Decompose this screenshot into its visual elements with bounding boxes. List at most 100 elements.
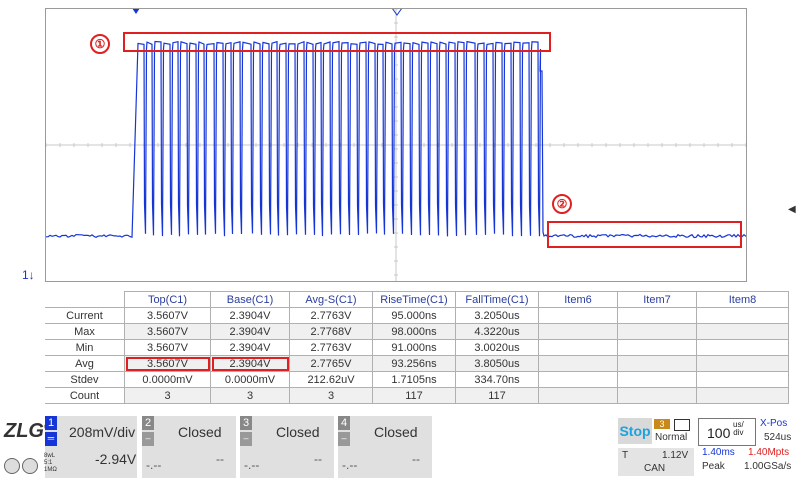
channel4-number: 4 [338,416,350,430]
measurement-header-cell[interactable]: Item7 [618,292,697,308]
measurement-row-label: Count [45,388,125,404]
channel3-coupling-icon: – [240,432,252,446]
channel4-scale: -.-- [342,458,357,472]
channel4-offset: -- [412,452,420,466]
measurement-cell: 3.5607V [125,356,211,372]
measurement-cell: 117 [373,388,456,404]
measurement-row-label: Min [45,340,125,356]
record-icon[interactable] [22,458,38,474]
measurement-cell: 91.000ns [373,340,456,356]
measurement-cell: 3.5607V [125,308,211,324]
timebase-control[interactable]: 100 us/div [698,418,756,446]
measurement-header-row: Top(C1) Base(C1) Avg-S(C1) RiseTime(C1) Fall… [45,292,789,308]
measurement-cell [539,308,618,324]
measurement-cell: 3.0020us [456,340,539,356]
trigger-level: 1.12V [662,450,688,461]
waveform-display[interactable] [45,8,747,282]
measurement-header-cell[interactable]: Avg-S(C1) [290,292,373,308]
measurement-cell: 1.7105ns [373,372,456,388]
channel4-panel[interactable]: 4 – Closed -.-- -- [338,416,432,478]
callout-2: ② [552,194,572,214]
trigger-label: T [622,450,628,461]
channel3-number: 3 [240,416,252,430]
measurement-row: Stdev 0.0000mV 0.0000mV 212.62uV 1.7105ns 334… [45,372,789,388]
waveform-svg [46,9,746,281]
callout-1: ① [90,34,110,54]
trigger-mode-label[interactable]: Normal [655,432,687,443]
measurement-cell: 334.70ns [456,372,539,388]
xpos-label: X-Pos [760,418,787,429]
measurement-cell [539,324,618,340]
measurement-row: Count 3 3 3 117 117 [45,388,789,404]
trigger-mode-number: 3 [654,419,670,429]
measurement-header-cell[interactable]: Base(C1) [211,292,290,308]
measurement-header-cell[interactable]: FallTime(C1) [456,292,539,308]
measurement-cell [618,324,697,340]
channel2-status: Closed [178,424,222,440]
measurement-row: Max 3.5607V 2.3904V 2.7768V 98.000ns 4.3220us [45,324,789,340]
trigger-panel[interactable]: T 1.12V CAN [618,448,694,476]
measurement-header-cell[interactable]: Item8 [697,292,789,308]
channel1-offset: -2.94V [95,451,136,467]
measurement-cell: 3.5607V [125,340,211,356]
measurement-cell [618,388,697,404]
measurement-header-corner [45,292,125,308]
measurement-cell: 3 [125,388,211,404]
measurement-cell [618,308,697,324]
measurement-row-label: Stdev [45,372,125,388]
measurement-row-label: Max [45,324,125,340]
acquisition-panel: Stop 3 Normal 100 us/div X-Pos 524us T 1… [616,416,798,478]
channel1-scale: 208mV/div [69,424,135,440]
channel2-panel[interactable]: 2 – Closed -.-- -- [142,416,236,478]
highlight-box-recessive [548,222,741,247]
channel3-status: Closed [276,424,320,440]
measurement-cell: 2.7768V [290,324,373,340]
measurement-cell [697,324,789,340]
measurement-cell: 2.3904V [211,308,290,324]
channel2-scale: -.-- [146,458,161,472]
measurement-cell: 93.256ns [373,356,456,372]
measurement-cell [539,340,618,356]
measurement-cell [539,372,618,388]
measurement-row: Avg 3.5607V 2.3904V 2.7765V 93.256ns 3.8050us [45,356,789,372]
xpos-value[interactable]: 524us [764,432,791,443]
trigger-mode-icon [674,419,690,431]
measurement-cell: 3.2050us [456,308,539,324]
channel3-scale: -.-- [244,458,259,472]
measurement-cell: 3 [290,388,373,404]
measurement-header-cell[interactable]: RiseTime(C1) [373,292,456,308]
measurement-cell [539,388,618,404]
side-menu-arrow-icon[interactable]: ◀ [788,204,796,215]
channel2-number: 2 [142,416,154,430]
channel2-offset: -- [216,452,224,466]
run-stop-button[interactable]: Stop [618,418,652,444]
measurement-header-cell[interactable]: Top(C1) [125,292,211,308]
channel3-panel[interactable]: 3 – Closed -.-- -- [240,416,334,478]
measurement-cell: 4.3220us [456,324,539,340]
zlg-logo: ZLG® [4,420,42,450]
delay-time: 1.40ms [702,447,735,458]
trigger-position-marker [132,9,140,14]
measurement-cell: 0.0000mV [125,372,211,388]
acquire-mode: Peak [702,461,725,472]
measurement-cell: 2.7765V [290,356,373,372]
measurement-cell: 2.7763V [290,340,373,356]
measurement-cell: 2.7763V [290,308,373,324]
graticule [46,9,746,281]
measurement-cell: 95.000ns [373,308,456,324]
measurement-cell: 2.3904V [211,356,290,372]
timebase-value: 100 [707,425,730,441]
channel1-ground-marker[interactable]: 1↓ [22,268,35,282]
measurement-cell: 117 [456,388,539,404]
timebase-unit: us/div [733,421,744,437]
measurement-header-cell[interactable]: Item6 [539,292,618,308]
measurement-table: Top(C1) Base(C1) Avg-S(C1) RiseTime(C1) Fall… [45,291,789,404]
channel1-panel[interactable]: 1 ═ 208mV/div -2.94V [45,416,137,478]
measurement-row-label: Current [45,308,125,324]
measurement-cell [697,356,789,372]
measurement-cell [618,372,697,388]
zoom-icon[interactable] [4,458,20,474]
logo-text: ZLG [4,420,44,442]
measurement-cell: 212.62uV [290,372,373,388]
channel1-coupling-icon: ═ [45,432,57,446]
